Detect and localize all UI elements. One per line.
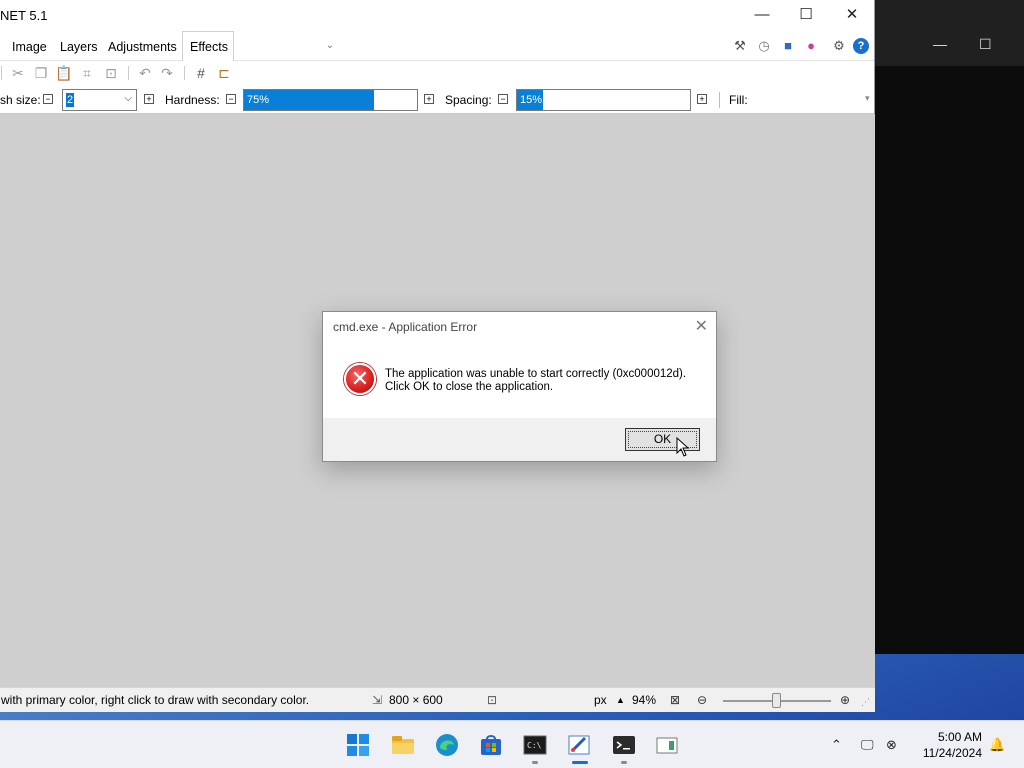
error-message-line2: Click OK to close the application. [385, 381, 554, 393]
tray-chevron-icon[interactable]: ⌃ [831, 737, 842, 753]
hammer-icon[interactable]: ⚒ [732, 38, 748, 54]
unit-arrow-icon[interactable]: ▲ [616, 695, 625, 705]
gear-icon[interactable]: ⚙ [831, 38, 847, 54]
fit-window-icon[interactable]: ⊠ [670, 693, 680, 707]
brush-size-combo[interactable]: 2 ⌵ [62, 89, 137, 111]
hardness-value: 75% [247, 94, 270, 106]
svg-text:C:\: C:\ [527, 741, 542, 750]
edge-icon[interactable] [435, 733, 459, 757]
zoom-value[interactable]: 94% [632, 693, 656, 707]
crop-icon[interactable]: ⌗ [78, 65, 96, 81]
toolbar-separator [128, 66, 129, 80]
dialog-title: cmd.exe - Application Error [333, 320, 478, 334]
spacing-plus-icon[interactable]: + [697, 94, 707, 104]
running-indicator [532, 761, 538, 764]
spacing-slider[interactable]: 15% [516, 89, 691, 111]
spacing-value: 15% [520, 94, 543, 106]
menu-layers[interactable]: Layers [60, 40, 98, 54]
brush-size-label: sh size: [0, 93, 41, 107]
undo-icon[interactable]: ↶ [136, 65, 154, 81]
grid-icon[interactable]: # [192, 65, 210, 81]
zoom-in-icon[interactable]: ⊕ [840, 693, 850, 707]
active-indicator [572, 761, 588, 764]
image-size: 800 × 600 [389, 693, 443, 707]
hardness-minus-icon[interactable]: − [226, 94, 236, 104]
hardness-label: Hardness: [165, 93, 220, 107]
error-message: The application was unable to start corr… [385, 368, 686, 394]
zoom-slider-thumb[interactable] [772, 693, 781, 708]
colors-icon[interactable]: ● [803, 38, 819, 54]
running-indicator [621, 761, 627, 764]
clock[interactable]: 5:00 AM 11/24/2024 [920, 729, 982, 761]
paintnet-icon[interactable] [567, 733, 591, 757]
selection-size-icon: ⊡ [487, 693, 498, 707]
toolbar-separator [1, 66, 2, 80]
menu-bar: Image Layers Adjustments Effects ⌄ ⚒ ◷ ■… [0, 31, 874, 62]
store-icon[interactable] [479, 733, 503, 757]
minimize-button[interactable]: — [739, 4, 785, 26]
toolbar-separator [184, 66, 185, 80]
resize-grip-icon[interactable]: ⋰ [861, 697, 870, 708]
menu-adjustments[interactable]: Adjustments [108, 40, 177, 54]
copy-icon[interactable]: ❐ [32, 65, 50, 81]
minimize-icon[interactable]: — [933, 36, 947, 52]
error-icon: ✕ [344, 363, 376, 395]
status-hint: with primary color, right click to draw … [1, 693, 310, 707]
toolbar-separator [719, 92, 720, 108]
overflow-chevron-icon[interactable]: ▾ [865, 93, 870, 104]
notification-bell-icon[interactable]: 🔔 [989, 737, 1005, 753]
zoom-out-icon[interactable]: ⊖ [697, 693, 707, 707]
clock-time: 5:00 AM [937, 730, 982, 744]
brush-size-minus-icon[interactable]: − [43, 94, 53, 104]
history-icon[interactable]: ◷ [756, 38, 772, 54]
spacing-label: Spacing: [445, 93, 492, 107]
background-terminal-window[interactable]: — ☐ [875, 0, 1024, 654]
spacing-minus-icon[interactable]: − [498, 94, 508, 104]
brush-size-plus-icon[interactable]: + [144, 94, 154, 104]
deselect-icon[interactable]: ⊡ [102, 65, 120, 81]
terminal-titlebar: — ☐ [875, 0, 1024, 66]
chevron-down-icon[interactable]: ⌄ [322, 38, 338, 54]
cmd-icon[interactable]: C:\ [523, 733, 547, 757]
edit-toolbar: ✂ ❐ 📋 ⌗ ⊡ ↶ ↷ # ⊏ [0, 61, 874, 86]
dialog-footer: OK [323, 418, 716, 461]
file-explorer-icon[interactable] [391, 733, 415, 757]
hardness-plus-icon[interactable]: + [424, 94, 434, 104]
paste-icon[interactable]: 📋 [55, 65, 73, 81]
maximize-icon[interactable]: ☐ [979, 36, 992, 53]
application-error-dialog: cmd.exe - Application Error ✕ ✕ The appl… [322, 311, 717, 462]
menu-image[interactable]: Image [12, 40, 47, 54]
clock-date: 11/24/2024 [922, 746, 982, 760]
tool-options-bar: sh size: − 2 ⌵ + Hardness: − 75% + Spaci… [0, 86, 874, 114]
redo-icon[interactable]: ↷ [158, 65, 176, 81]
network-icon[interactable]: 🖵 [861, 737, 874, 753]
generic-app-icon[interactable] [655, 733, 679, 757]
close-button[interactable]: ✕ [829, 4, 875, 26]
chevron-down-icon[interactable]: ⌵ [124, 93, 132, 104]
terminal-icon[interactable] [612, 733, 636, 757]
menu-effects[interactable]: Effects [190, 40, 228, 54]
titlebar: NET 5.1 — ☐ ✕ [0, 0, 874, 31]
mouse-cursor-icon [676, 437, 690, 457]
taskbar: C:\ ⌃ 🖵 ⊗ 5:00 AM 11/24/2024 🔔 [0, 720, 1024, 768]
close-icon[interactable]: ✕ [695, 316, 708, 336]
image-size-icon: ⇲ [372, 693, 383, 707]
hardness-slider[interactable]: 75% [243, 89, 418, 111]
start-icon[interactable] [346, 733, 370, 757]
unit-selector[interactable]: px [594, 693, 607, 707]
window-title: NET 5.1 [0, 8, 48, 23]
error-message-line1: The application was unable to start corr… [385, 368, 687, 380]
fill-label: Fill: [729, 93, 748, 107]
status-bar: with primary color, right click to draw … [0, 687, 875, 712]
maximize-button[interactable]: ☐ [783, 4, 829, 26]
volume-muted-icon[interactable]: ⊗ [886, 737, 897, 753]
brush-size-value[interactable]: 2 [66, 93, 75, 107]
ruler-icon[interactable]: ⊏ [215, 65, 233, 81]
layers-icon[interactable]: ■ [780, 38, 796, 54]
help-icon[interactable]: ? [853, 38, 869, 54]
cut-icon[interactable]: ✂ [9, 65, 27, 81]
